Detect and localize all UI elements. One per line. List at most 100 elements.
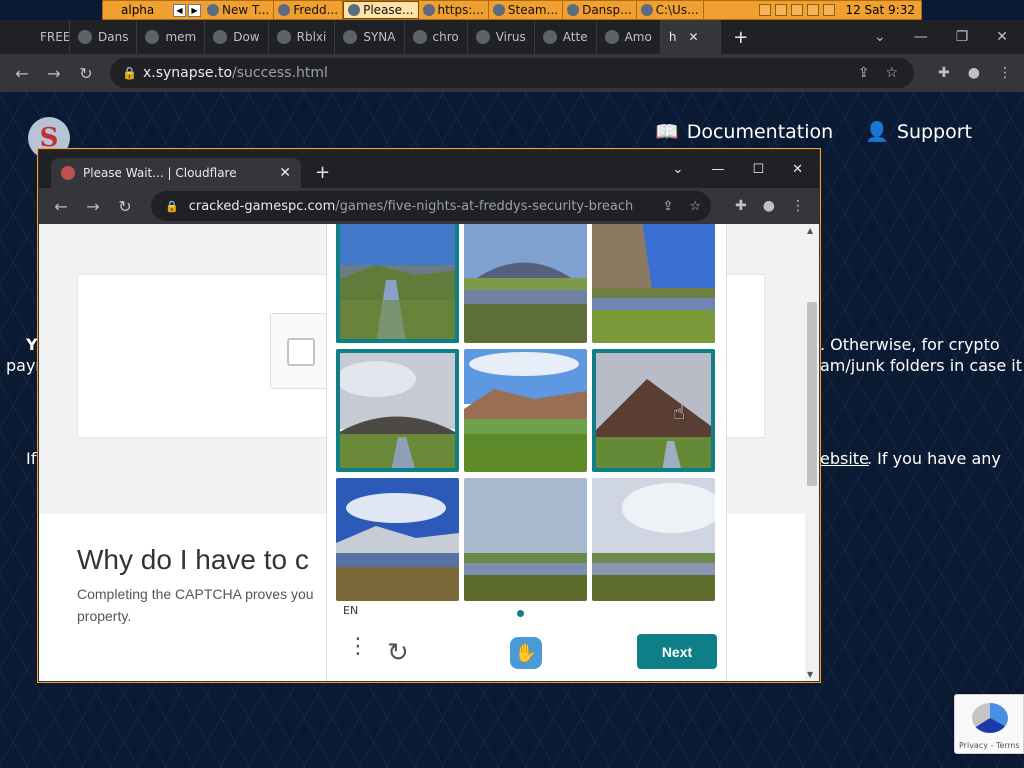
close-window-icon[interactable]: ✕ <box>792 162 803 177</box>
back-icon[interactable]: ← <box>45 197 77 216</box>
close-icon[interactable]: ✕ <box>279 165 291 181</box>
reload-icon[interactable]: ↻ <box>70 64 102 83</box>
popup-browser-window: Please Wait... | Cloudflare ✕ + ⌄ — ☐ ✕ … <box>38 149 820 682</box>
hcaptcha-logo-icon[interactable]: ✋ <box>510 637 542 669</box>
captcha-tile-8[interactable] <box>464 478 587 601</box>
menu-icon[interactable]: ⋮ <box>791 198 805 214</box>
tray-icon[interactable] <box>759 4 772 16</box>
profile-icon[interactable]: ● <box>968 65 980 81</box>
taskbar-prev-icon[interactable]: ◀ <box>173 3 186 17</box>
clock[interactable]: 12 Sat 9:32 <box>845 3 915 17</box>
outer-tab[interactable]: FREE <box>0 20 70 54</box>
close-window-icon[interactable]: ✕ <box>996 29 1008 45</box>
refresh-icon[interactable]: ↻ <box>387 638 409 668</box>
inner-tab-strip: Please Wait... | Cloudflare ✕ + ⌄ — ☐ ✕ <box>39 150 819 188</box>
outer-tab-active[interactable]: h ✕ <box>660 20 721 54</box>
bookmark-star-icon[interactable]: ☆ <box>689 199 701 214</box>
reload-icon[interactable]: ↻ <box>109 197 141 216</box>
outer-tab[interactable]: Dow <box>205 20 269 54</box>
language-selector[interactable]: EN <box>343 604 358 617</box>
favicon-icon <box>412 30 427 44</box>
captcha-tile-3[interactable] <box>592 224 715 343</box>
scrollbar-thumb[interactable] <box>807 302 817 486</box>
bg-text: payr <box>6 356 43 375</box>
share-icon[interactable]: ⇪ <box>858 65 870 81</box>
captcha-tile-1[interactable] <box>336 224 459 343</box>
tray-icon[interactable] <box>775 4 788 16</box>
tray-icon[interactable] <box>823 4 836 16</box>
website-link[interactable]: ebsite <box>820 449 869 468</box>
chevron-down-icon[interactable]: ⌄ <box>874 29 886 45</box>
outer-tab[interactable]: Virus <box>468 20 535 54</box>
outer-tab-strip: FREE Dans mem Dow Rblxi SYNA chro Virus … <box>0 20 1024 54</box>
minimize-icon[interactable]: — <box>711 162 724 177</box>
share-icon[interactable]: ⇪ <box>662 199 673 214</box>
captcha-tile-7[interactable] <box>336 478 459 601</box>
captcha-tile-9[interactable] <box>592 478 715 601</box>
taskbar-app-label[interactable]: alpha <box>103 1 171 19</box>
extensions-icon[interactable]: ✚ <box>735 198 747 214</box>
taskbar-task[interactable]: https:... <box>419 1 489 19</box>
address-bar[interactable]: 🔒 cracked-gamespc.com/games/five-nights-… <box>151 191 711 221</box>
minimize-icon[interactable]: — <box>914 29 928 45</box>
chrome-icon <box>207 4 219 16</box>
taskbar-task[interactable]: New T... <box>203 1 275 19</box>
recaptcha-badge[interactable]: Privacy - Terms <box>954 694 1024 754</box>
outer-tab[interactable]: Amo <box>597 20 661 54</box>
scroll-down-icon[interactable]: ▼ <box>807 670 813 679</box>
outer-tab[interactable]: Atte <box>535 20 597 54</box>
forward-icon[interactable]: → <box>77 197 109 216</box>
taskbar-task[interactable]: Dansp... <box>563 1 637 19</box>
window-controls: ⌄ — ❐ ✕ <box>874 29 1024 45</box>
chevron-down-icon[interactable]: ⌄ <box>673 162 684 177</box>
captcha-tile-5[interactable] <box>464 349 587 472</box>
lock-icon[interactable]: 🔒 <box>122 66 137 80</box>
bg-text: If <box>26 449 37 468</box>
menu-icon[interactable]: ⋮ <box>998 65 1012 81</box>
more-options-icon[interactable]: ⋮ <box>347 636 369 658</box>
forward-icon[interactable]: → <box>38 64 70 83</box>
page-heading: Why do I have to c <box>77 544 309 575</box>
next-button[interactable]: Next <box>637 634 717 669</box>
taskbar-task[interactable]: C:\Us... <box>637 1 704 19</box>
bookmark-star-icon[interactable]: ☆ <box>885 65 898 81</box>
captcha-tile-2[interactable] <box>464 224 587 343</box>
taskbar: alpha ◀ ▶ New T... Fredd... Please... ht… <box>102 0 922 20</box>
outer-tab[interactable]: chro <box>405 20 468 54</box>
volume-icon[interactable] <box>807 4 820 16</box>
support-icon: 👤 <box>865 121 889 143</box>
taskbar-task[interactable]: Steam... <box>489 1 564 19</box>
captcha-tile-4[interactable] <box>336 349 459 472</box>
nav-documentation[interactable]: 📖 Documentation <box>655 120 833 144</box>
new-tab-icon[interactable]: + <box>721 27 761 48</box>
maximize-icon[interactable]: ☐ <box>752 162 764 177</box>
back-icon[interactable]: ← <box>6 64 38 83</box>
restore-icon[interactable]: ❐ <box>956 29 969 45</box>
bg-text: . If you have any <box>867 449 1001 468</box>
close-icon[interactable]: ✕ <box>688 30 698 44</box>
outer-tab[interactable]: Rblxi <box>269 20 336 54</box>
captcha-tile-6[interactable] <box>592 349 715 472</box>
extensions-icon[interactable]: ✚ <box>938 65 950 81</box>
image-grid <box>336 224 720 601</box>
page-scrollbar[interactable]: ▲ ▼ <box>805 224 819 681</box>
recaptcha-footer[interactable]: Privacy - Terms <box>959 741 1020 750</box>
inner-tab-active[interactable]: Please Wait... | Cloudflare ✕ <box>51 158 301 188</box>
7zip-icon <box>640 4 653 16</box>
outer-tab[interactable]: SYNA <box>335 20 405 54</box>
scroll-up-icon[interactable]: ▲ <box>807 226 813 235</box>
challenge-checkbox[interactable] <box>287 338 315 366</box>
outer-toolbar: ← → ↻ 🔒 x.synapse.to/success.html ⇪ ☆ ✚ … <box>0 54 1024 92</box>
new-tab-icon[interactable]: + <box>315 162 330 183</box>
url-host: x.synapse.to <box>142 65 233 81</box>
tray-icon[interactable] <box>791 4 804 16</box>
lock-icon[interactable]: 🔒 <box>165 200 179 213</box>
taskbar-task-active[interactable]: Please... <box>343 1 419 19</box>
address-bar[interactable]: 🔒 x.synapse.to/success.html ⇪ ☆ <box>110 58 914 88</box>
outer-tab[interactable]: Dans <box>70 20 138 54</box>
profile-icon[interactable]: ● <box>763 198 775 214</box>
outer-tab[interactable]: mem <box>137 20 206 54</box>
nav-support[interactable]: 👤 Support <box>865 120 972 144</box>
taskbar-next-icon[interactable]: ▶ <box>188 3 201 17</box>
taskbar-task[interactable]: Fredd... <box>274 1 344 19</box>
